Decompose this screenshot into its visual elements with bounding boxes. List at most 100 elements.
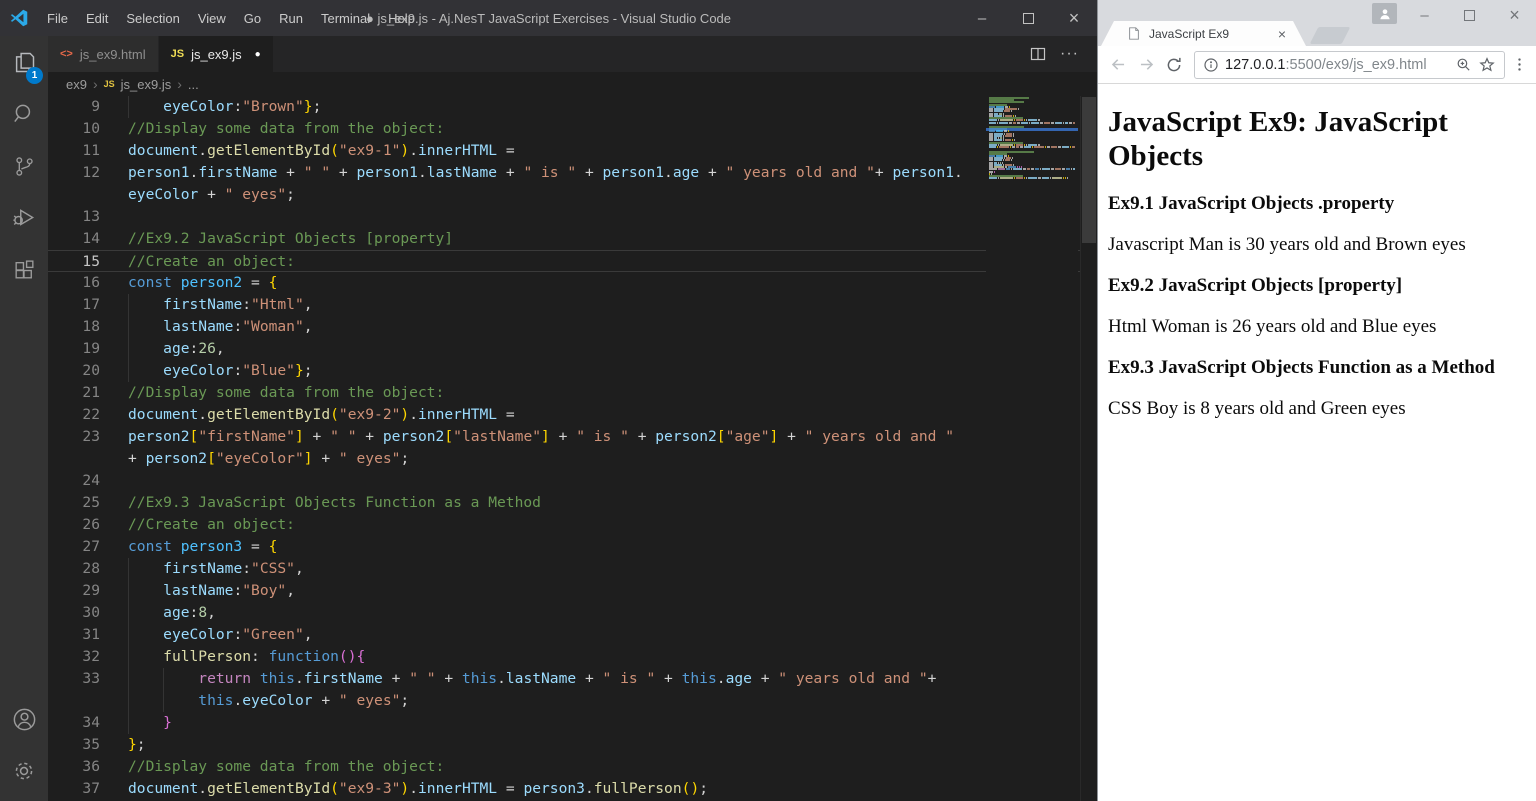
reload-icon[interactable] <box>1162 53 1186 77</box>
code-text: const person3 = { <box>128 536 277 558</box>
breadcrumb-tail[interactable]: ... <box>188 77 199 92</box>
code-line[interactable]: 27const person3 = { <box>48 536 1080 558</box>
url-text[interactable]: 127.0.0.1:5500/ex9/js_ex9.html <box>1225 57 1449 73</box>
code-line[interactable]: 14//Ex9.2 JavaScript Objects [property] <box>48 228 1080 250</box>
minimap-line <box>989 168 1075 170</box>
code-line[interactable]: 36//Display some data from the object: <box>48 756 1080 778</box>
code-line[interactable]: 18 lastName:"Woman", <box>48 316 1080 338</box>
code-text: const person2 = { <box>128 272 277 294</box>
code-line[interactable]: 34 } <box>48 712 1080 734</box>
code-line[interactable]: + person2["eyeColor"] + " eyes"; <box>48 448 1080 470</box>
chevron-right-icon: › <box>177 76 182 92</box>
code-line[interactable]: 28 firstName:"CSS", <box>48 558 1080 580</box>
code-line[interactable]: 37document.getElementById("ex9-3").inner… <box>48 778 1080 800</box>
extensions-icon[interactable] <box>0 244 48 296</box>
tab-js_ex9.html[interactable]: <>js_ex9.html <box>48 36 159 72</box>
code-line[interactable]: 15//Create an object: <box>48 250 1080 272</box>
code-line[interactable]: 16const person2 = { <box>48 272 1080 294</box>
js-file-icon: JS <box>171 48 184 60</box>
split-editor-icon[interactable] <box>1030 46 1046 62</box>
menu-selection[interactable]: Selection <box>117 7 188 30</box>
maximize-button[interactable] <box>1005 0 1051 36</box>
line-number: 11 <box>48 140 100 162</box>
account-icon[interactable] <box>0 693 48 745</box>
code-line[interactable]: 24 <box>48 470 1080 492</box>
code-line[interactable]: 9 eyeColor:"Brown"}; <box>48 96 1080 118</box>
menu-run[interactable]: Run <box>270 7 312 30</box>
code-line[interactable]: 11document.getElementById("ex9-1").inner… <box>48 140 1080 162</box>
code-line[interactable]: 30 age:8, <box>48 602 1080 624</box>
minimap-line <box>989 146 1075 148</box>
code-text: document.getElementById("ex9-3").innerHT… <box>128 778 708 800</box>
tab-js_ex9.js[interactable]: JSjs_ex9.js● <box>159 36 274 72</box>
code-line[interactable]: 35}; <box>48 734 1080 756</box>
vscode-window-controls: – × <box>959 0 1097 36</box>
page-favicon <box>1127 26 1141 41</box>
browser-tabstrip: JavaScript Ex9 × – × <box>1098 0 1536 46</box>
line-number: 23 <box>48 426 100 448</box>
line-number: 33 <box>48 668 100 690</box>
code-line[interactable]: 31 eyeColor:"Green", <box>48 624 1080 646</box>
back-icon[interactable] <box>1106 53 1130 77</box>
editor-scrollbar[interactable] <box>1080 96 1096 801</box>
code-line[interactable]: 17 firstName:"Html", <box>48 294 1080 316</box>
scrollbar-thumb[interactable] <box>1082 97 1096 243</box>
menu-file[interactable]: File <box>38 7 77 30</box>
maximize-icon <box>1464 10 1475 21</box>
menu-go[interactable]: Go <box>235 7 270 30</box>
menu-edit[interactable]: Edit <box>77 7 117 30</box>
line-number: 25 <box>48 492 100 514</box>
code-line[interactable]: 25//Ex9.3 JavaScript Objects Function as… <box>48 492 1080 514</box>
browser-tab[interactable]: JavaScript Ex9 × <box>1101 21 1306 46</box>
code-line[interactable]: 32 fullPerson: function(){ <box>48 646 1080 668</box>
maximize-button[interactable] <box>1447 0 1492 30</box>
breadcrumb-folder[interactable]: ex9 <box>66 77 87 92</box>
search-icon[interactable] <box>0 88 48 140</box>
code-text: firstName:"CSS", <box>128 558 304 580</box>
breadcrumb-file[interactable]: js_ex9.js <box>121 77 172 92</box>
new-tab-button[interactable] <box>1310 27 1351 44</box>
code-line[interactable]: 21//Display some data from the object: <box>48 382 1080 404</box>
html-file-icon: <> <box>60 48 73 60</box>
js-file-icon: JS <box>104 79 115 89</box>
code-line[interactable]: 26//Create an object: <box>48 514 1080 536</box>
code-line[interactable]: 10//Display some data from the object: <box>48 118 1080 140</box>
code-line[interactable]: 19 age:26, <box>48 338 1080 360</box>
code-line[interactable]: eyeColor + " eyes"; <box>48 184 1080 206</box>
code-line[interactable]: 33 return this.firstName + " " + this.la… <box>48 668 1080 690</box>
code-text: eyeColor + " eyes"; <box>128 184 295 206</box>
more-actions-icon[interactable]: ··· <box>1060 45 1079 63</box>
run-debug-icon[interactable] <box>0 192 48 244</box>
address-bar[interactable]: 127.0.0.1:5500/ex9/js_ex9.html <box>1194 51 1505 79</box>
forward-icon[interactable] <box>1134 53 1158 77</box>
menu-view[interactable]: View <box>189 7 235 30</box>
browser-menu-icon[interactable] <box>1509 53 1529 77</box>
code-line[interactable]: 20 eyeColor:"Blue"}; <box>48 360 1080 382</box>
code-line[interactable]: 22document.getElementById("ex9-2").inner… <box>48 404 1080 426</box>
menu-terminal[interactable]: Terminal <box>312 7 379 30</box>
explorer-icon[interactable]: 1 <box>0 36 48 88</box>
bookmark-star-icon[interactable] <box>1478 56 1496 74</box>
source-control-icon[interactable] <box>0 140 48 192</box>
profile-button[interactable] <box>1372 3 1397 24</box>
info-icon[interactable] <box>1203 57 1219 73</box>
code-line[interactable]: this.eyeColor + " eyes"; <box>48 690 1080 712</box>
code-line[interactable]: 13 <box>48 206 1080 228</box>
minimize-button[interactable]: – <box>959 0 1005 36</box>
settings-gear-icon[interactable] <box>0 745 48 797</box>
close-button[interactable]: × <box>1051 0 1097 36</box>
page-title: JavaScript Ex9: JavaScript Objects <box>1108 105 1478 173</box>
minimap[interactable] <box>986 96 1078 801</box>
code-line[interactable]: 23person2["firstName"] + " " + person2["… <box>48 426 1080 448</box>
menu-help[interactable]: Help <box>379 7 424 30</box>
line-number: 35 <box>48 734 100 756</box>
code-line[interactable]: 29 lastName:"Boy", <box>48 580 1080 602</box>
minimize-button[interactable]: – <box>1402 0 1447 30</box>
code-line[interactable]: 12person1.firstName + " " + person1.last… <box>48 162 1080 184</box>
modified-dot-icon[interactable]: ● <box>255 49 261 60</box>
close-button[interactable]: × <box>1492 0 1536 30</box>
zoom-icon[interactable] <box>1455 56 1472 73</box>
browser-toolbar: 127.0.0.1:5500/ex9/js_ex9.html <box>1098 46 1536 84</box>
tab-close-icon[interactable]: × <box>1278 27 1286 41</box>
code-editor[interactable]: 9 eyeColor:"Brown"};10//Display some dat… <box>48 96 1097 801</box>
